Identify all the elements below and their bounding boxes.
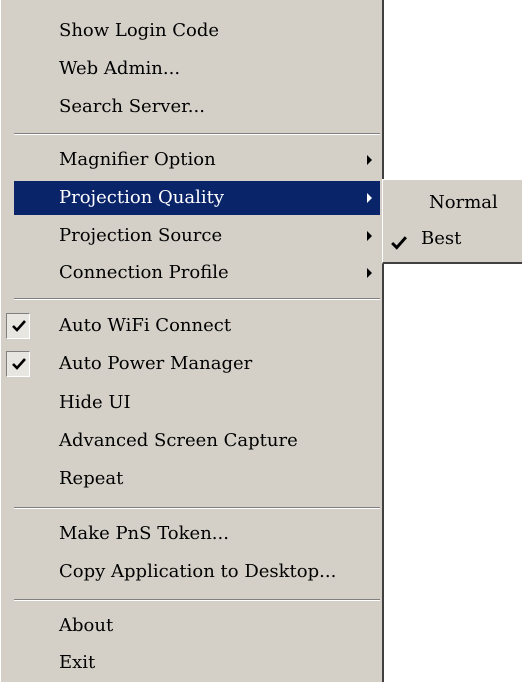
menu-item-label: Auto Power Manager — [59, 353, 253, 374]
menu-item-web-admin[interactable]: Web Admin... — [0, 52, 380, 86]
submenu-item-normal[interactable]: Normal — [383, 186, 522, 220]
menu-item-label: About — [59, 615, 114, 636]
menu-item-label: Make PnS Token... — [59, 523, 229, 544]
submenu-arrow-icon — [367, 231, 372, 241]
menu-item-hide-ui[interactable]: Hide UI — [0, 386, 380, 420]
menu-item-show-login-code[interactable]: Show Login Code — [0, 14, 380, 48]
submenu-item-label: Best — [421, 228, 462, 249]
menu-item-auto-power-manager[interactable]: Auto Power Manager — [0, 347, 380, 381]
menu-item-about[interactable]: About — [0, 609, 380, 643]
menu-item-label: Show Login Code — [59, 20, 220, 41]
menu-separator — [14, 507, 380, 509]
menu-item-magnifier-option[interactable]: Magnifier Option — [0, 143, 380, 177]
submenu-item-best[interactable]: Best — [383, 222, 522, 256]
menu-item-label: Repeat — [59, 468, 124, 489]
menu-item-copy-application[interactable]: Copy Application to Desktop... — [0, 555, 380, 589]
check-icon — [6, 351, 30, 377]
submenu-item-label: Normal — [429, 192, 498, 213]
menu-item-label: Projection Quality — [59, 187, 225, 208]
menu-item-connection-profile[interactable]: Connection Profile — [0, 256, 380, 290]
menu-item-label: Connection Profile — [59, 262, 229, 283]
submenu-arrow-icon — [367, 268, 372, 278]
menu-item-label: Hide UI — [59, 392, 131, 413]
menu-item-auto-wifi-connect[interactable]: Auto WiFi Connect — [0, 309, 380, 343]
menu-item-label: Magnifier Option — [59, 149, 216, 170]
menu-item-make-pns-token[interactable]: Make PnS Token... — [0, 517, 380, 551]
menu-item-label: Web Admin... — [59, 58, 181, 79]
menu-separator — [14, 298, 380, 300]
menu-item-label: Search Server... — [59, 96, 205, 117]
submenu-projection-quality: Normal Best — [382, 179, 522, 264]
menu-item-label: Copy Application to Desktop... — [59, 561, 337, 582]
check-icon — [6, 313, 30, 339]
check-icon — [391, 228, 407, 262]
menu-separator — [14, 133, 380, 135]
menu-separator — [14, 599, 380, 601]
menu-item-search-server[interactable]: Search Server... — [0, 90, 380, 124]
menu-item-label: Advanced Screen Capture — [59, 430, 298, 451]
menu-item-label: Exit — [59, 652, 96, 673]
submenu-arrow-icon — [367, 155, 372, 165]
menu-item-label: Projection Source — [59, 225, 223, 246]
menu-item-projection-quality[interactable]: Projection Quality — [14, 181, 380, 215]
menu-item-projection-source[interactable]: Projection Source — [0, 219, 380, 253]
menu-item-repeat[interactable]: Repeat — [0, 462, 380, 496]
context-menu: Show Login Code Web Admin... Search Serv… — [0, 0, 384, 682]
menu-item-exit[interactable]: Exit — [0, 646, 380, 680]
menu-item-advanced-screen-capture[interactable]: Advanced Screen Capture — [0, 424, 380, 458]
menu-item-label: Auto WiFi Connect — [59, 315, 232, 336]
submenu-arrow-icon — [367, 193, 372, 203]
